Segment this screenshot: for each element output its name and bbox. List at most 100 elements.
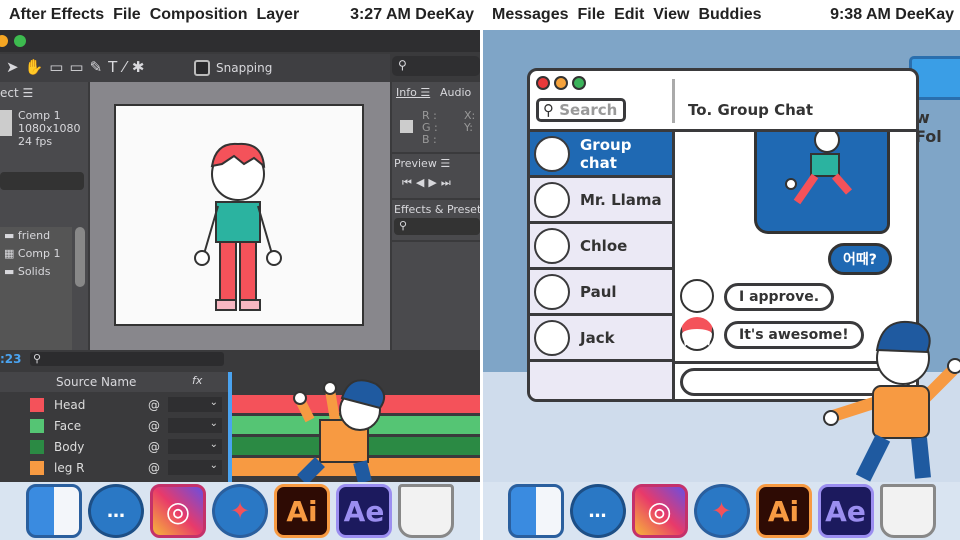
contact-name: Jack	[580, 328, 615, 347]
parent-dropdown[interactable]: ⌄	[168, 460, 222, 475]
safari-icon[interactable]: ✦	[212, 484, 268, 538]
contact-item[interactable]: Jack	[530, 316, 672, 362]
spiral-icon[interactable]: @	[148, 419, 160, 433]
tool-icons[interactable]: ➤✋▭▭✎T⁄✱	[6, 58, 150, 76]
menu-app[interactable]: Messages	[492, 6, 569, 24]
label-color[interactable]	[30, 397, 44, 412]
spiral-icon[interactable]: @	[148, 398, 160, 412]
after-effects-icon[interactable]: Ae	[817, 484, 874, 538]
header-divider	[672, 79, 675, 123]
received-message: I approve.	[724, 283, 835, 311]
parent-dropdown[interactable]: ⌄	[168, 397, 222, 412]
project-item-solids[interactable]: ▬ Solids	[4, 265, 50, 278]
minimize-button[interactable]	[554, 76, 568, 90]
after-effects-window: ➤✋▭▭✎T⁄✱ Snapping ⚲ ect ☰ Comp 1 1080x10…	[0, 30, 480, 482]
layer-name: Head	[54, 397, 86, 412]
snapping-checkbox[interactable]	[194, 60, 210, 76]
menu-view[interactable]: View	[653, 6, 689, 24]
character-illustration	[194, 142, 282, 311]
playback-controls[interactable]: ⏮◀▶⏭	[402, 176, 455, 190]
menu-layer[interactable]: Layer	[256, 6, 299, 24]
parent-dropdown[interactable]: ⌄	[168, 439, 222, 454]
layer-row[interactable]: Face @ ⌄	[0, 416, 232, 435]
desktop: w Fol ⚲ Search To. Group Chat Group chat…	[483, 30, 960, 482]
messages-icon[interactable]: …	[88, 484, 144, 538]
avatar-mr-llama[interactable]	[680, 279, 714, 313]
column-header: Source Name fx	[0, 372, 228, 392]
clock-time: 3:27 AM	[350, 6, 411, 23]
avatar-chloe[interactable]	[680, 317, 714, 351]
scrollbar[interactable]	[75, 227, 85, 287]
menu-edit[interactable]: Edit	[614, 6, 644, 24]
contact-item[interactable]: Paul	[530, 270, 672, 316]
effects-title: Effects & Presets	[394, 203, 480, 216]
close-button[interactable]	[536, 76, 550, 90]
avatar	[534, 273, 570, 310]
contact-name: Mr. Llama	[580, 190, 662, 209]
menu-buddies[interactable]: Buddies	[698, 6, 761, 24]
spiral-icon[interactable]: @	[148, 461, 160, 475]
layer-row[interactable]: Body @ ⌄	[0, 437, 232, 456]
tab-info[interactable]: Info ☰	[396, 86, 430, 99]
menu-file[interactable]: File	[578, 6, 606, 24]
composition-viewer	[90, 82, 390, 380]
clock: 3:27 AM DeeKay	[350, 6, 474, 24]
right-menu-bar: Messages File Edit View Buddies 9:38 AM …	[483, 0, 960, 30]
label-color[interactable]	[30, 418, 44, 433]
effects-panel: Effects & Presets ⚲	[392, 200, 480, 240]
search-icon: ⚲	[399, 219, 408, 232]
instagram-icon[interactable]: ◎	[150, 484, 206, 538]
menu-composition[interactable]: Composition	[150, 6, 248, 24]
finder-icon[interactable]	[507, 484, 564, 538]
after-effects-icon[interactable]: Ae	[336, 484, 392, 538]
user-name[interactable]: DeeKay	[895, 6, 954, 23]
trash-icon[interactable]	[879, 484, 936, 538]
xy-readout: X: Y:	[464, 109, 476, 134]
image-message[interactable]	[754, 127, 890, 234]
messages-icon[interactable]: …	[569, 484, 626, 538]
search-field[interactable]: ⚲	[392, 56, 480, 76]
avatar	[534, 135, 570, 172]
preview-title: Preview ☰	[394, 157, 451, 170]
current-time[interactable]: :23	[0, 352, 22, 366]
label-color[interactable]	[30, 439, 44, 454]
conversation-title: To. Group Chat	[688, 101, 814, 119]
menu-file[interactable]: File	[113, 6, 141, 24]
layer-row[interactable]: leg R @ ⌄	[0, 458, 232, 477]
illustrator-icon[interactable]: Ai	[755, 484, 812, 538]
dancing-character-illustration	[293, 379, 386, 482]
zoom-button[interactable]	[572, 76, 586, 90]
illustrator-icon[interactable]: Ai	[274, 484, 330, 538]
layer-row[interactable]: Head @ ⌄	[0, 395, 232, 414]
contact-item[interactable]: Mr. Llama	[530, 178, 672, 224]
parent-dropdown[interactable]: ⌄	[168, 418, 222, 433]
minimize-button[interactable]	[0, 35, 8, 47]
character-image	[785, 127, 853, 205]
user-name[interactable]: DeeKay	[415, 6, 474, 23]
finder-icon[interactable]	[26, 484, 82, 538]
project-item-comp[interactable]: ▦ Comp 1	[4, 247, 61, 260]
spiral-icon[interactable]: @	[148, 440, 160, 454]
search-icon: ⚲	[398, 58, 407, 72]
search-input[interactable]: ⚲ Search	[536, 98, 626, 122]
left-dock: … ◎ ✦ Ai Ae	[0, 482, 480, 540]
label-color[interactable]	[30, 460, 44, 475]
comp-thumbnail	[0, 110, 12, 136]
clock: 9:38 AM DeeKay	[830, 6, 954, 24]
contact-item[interactable]: Chloe	[530, 224, 672, 270]
contact-item[interactable]: Group chat	[530, 132, 672, 178]
project-search[interactable]	[0, 172, 84, 190]
trash-icon[interactable]	[398, 484, 454, 538]
fx-header: fx	[192, 374, 203, 387]
clock-time: 9:38 AM	[830, 6, 891, 23]
instagram-icon[interactable]: ◎	[631, 484, 688, 538]
menu-app[interactable]: After Effects	[9, 6, 104, 24]
zoom-button[interactable]	[14, 35, 26, 47]
effects-search[interactable]: ⚲	[394, 218, 480, 235]
timeline-search[interactable]: ⚲	[30, 352, 224, 366]
tab-audio[interactable]: Audio	[440, 86, 471, 99]
safari-icon[interactable]: ✦	[693, 484, 750, 538]
project-item-friend[interactable]: ▬ friend	[4, 229, 50, 242]
toolbar: ➤✋▭▭✎T⁄✱ Snapping	[0, 54, 390, 82]
folder-label[interactable]: w Fol	[915, 108, 960, 146]
